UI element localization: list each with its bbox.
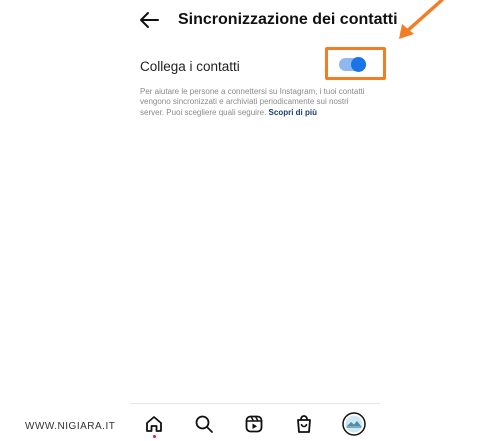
toggle-knob[interactable]	[351, 57, 366, 72]
watermark-text: WWW.NIGIARA.IT	[25, 421, 116, 432]
description-text: Per aiutare le persone a connettersi su …	[140, 87, 365, 117]
back-arrow-icon[interactable]	[138, 9, 160, 31]
setting-description: Per aiutare le persone a connettersi su …	[140, 87, 370, 118]
home-icon[interactable]	[144, 414, 164, 434]
learn-more-link[interactable]: Scopri di più	[269, 108, 317, 117]
page-title: Sincronizzazione dei contatti	[178, 11, 398, 28]
reels-icon[interactable]	[244, 414, 264, 434]
setting-label: Collega i contatti	[140, 59, 240, 74]
profile-avatar-icon[interactable]	[342, 412, 366, 436]
search-icon[interactable]	[194, 414, 214, 434]
notification-dot	[153, 435, 156, 438]
shop-icon[interactable]	[294, 414, 314, 434]
bottom-navbar	[130, 403, 380, 441]
arrow-pointer-icon	[399, 0, 444, 39]
